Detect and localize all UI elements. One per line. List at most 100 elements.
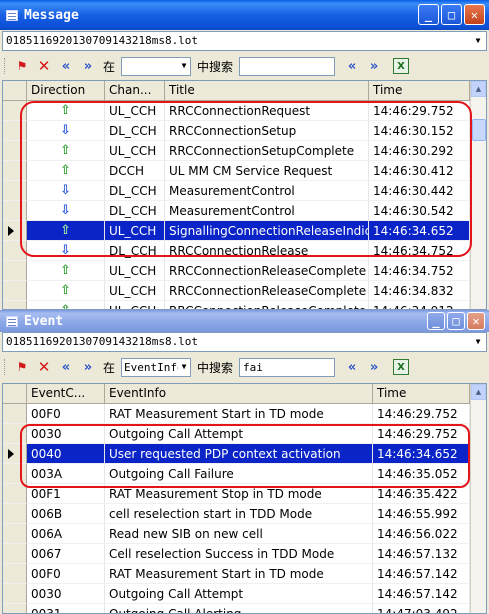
event-row[interactable]: 00F0 RAT Measurement Start in TD mode 14:4… xyxy=(3,564,486,584)
maximize-button[interactable]: □ xyxy=(441,4,462,25)
header-time[interactable]: Time xyxy=(369,81,470,101)
search-next-icon[interactable]: » xyxy=(365,57,383,75)
search-column-select[interactable]: ▼ xyxy=(121,56,192,76)
channel-cell: DL_CCH xyxy=(105,201,165,221)
header-time[interactable]: Time xyxy=(373,384,470,404)
direction-cell: ⇧ xyxy=(27,301,105,309)
search-column-select[interactable]: EventInfo ▼ xyxy=(121,357,192,377)
maximize-button[interactable]: □ xyxy=(447,312,465,330)
event-table-header: EventC... EventInfo Time xyxy=(3,384,486,404)
title-cell: RRCConnectionReleaseComplete xyxy=(165,281,369,301)
chevron-down-icon[interactable]: ▼ xyxy=(470,32,486,50)
title-cell: RRCConnectionRelease xyxy=(165,241,369,261)
row-indicator xyxy=(3,544,27,564)
chevron-down-icon[interactable]: ▼ xyxy=(470,333,486,351)
row-indicator xyxy=(3,141,27,161)
next-icon[interactable]: » xyxy=(79,57,97,75)
event-row[interactable]: 0040 User requested PDP context activatio… xyxy=(3,444,486,464)
header-title[interactable]: Title xyxy=(165,81,369,101)
event-row[interactable]: 006B cell reselection start in TDD Mode 14… xyxy=(3,504,486,524)
chevron-down-icon[interactable]: ▼ xyxy=(178,358,191,375)
toolbar-grip[interactable] xyxy=(4,58,7,74)
search-previous-icon[interactable]: « xyxy=(343,57,361,75)
row-indicator xyxy=(3,424,27,444)
export-excel-icon[interactable]: X xyxy=(393,359,410,375)
event-row[interactable]: 0067 Cell reselection Success in TDD Mode… xyxy=(3,544,486,564)
message-toolbar: ⚑ ✕ « » 在 ▼ 中搜索 « » X xyxy=(0,54,489,78)
message-row[interactable]: ⇧ UL_CCHRRCConnectionReleaseComplete14:46… xyxy=(3,281,486,301)
event-row[interactable]: 0030 Outgoing Call Attempt 14:46:29.752 xyxy=(3,424,486,444)
title-cell: RRCConnectionSetupComplete xyxy=(165,141,369,161)
event-info-cell: Outgoing Call Attempt xyxy=(105,584,373,604)
message-vertical-scrollbar[interactable]: ▲ xyxy=(470,81,486,309)
message-row[interactable]: ⇧ UL_CCHRRCConnectionReleaseComplete14:46… xyxy=(3,301,486,309)
toolbar-grip[interactable] xyxy=(4,359,7,375)
scroll-thumb[interactable] xyxy=(472,119,486,141)
event-code-cell: 00F0 xyxy=(27,404,105,424)
time-cell: 14:46:57.142 xyxy=(373,564,470,584)
search-input[interactable] xyxy=(239,56,336,76)
close-button[interactable]: ✕ xyxy=(464,4,485,25)
search-input[interactable] xyxy=(239,357,336,377)
message-row[interactable]: ⇧ DCCH UL MM CM Service Request 14:46:30.41… xyxy=(3,161,486,181)
direction-cell: ⇩ xyxy=(27,121,105,141)
previous-icon[interactable]: « xyxy=(57,57,75,75)
message-row[interactable]: ⇧ UL_CCHRRCConnectionReleaseComplete14:46… xyxy=(3,261,486,281)
event-code-cell: 003A xyxy=(27,464,105,484)
header-event-info[interactable]: EventInfo xyxy=(105,384,373,404)
event-row[interactable]: 003A Outgoing Call Failure 14:46:35.052 xyxy=(3,464,486,484)
clear-filter-icon[interactable]: ✕ xyxy=(35,57,53,75)
event-row[interactable]: 00F1 RAT Measurement Stop in TD mode 14:46… xyxy=(3,484,486,504)
message-row[interactable]: ⇧ UL_CCH RRCConnectionRequest 14:46:29.752 xyxy=(3,101,486,121)
message-row[interactable]: ⇩ DL_CCH RRCConnectionSetup 14:46:30.152 xyxy=(3,121,486,141)
direction-cell: ⇧ xyxy=(27,141,105,161)
downlink-arrow-icon: ⇩ xyxy=(60,203,71,218)
minimize-button[interactable]: _ xyxy=(427,312,445,330)
message-row[interactable]: ⇧ UL_CCH SignallingConnectionReleaseIndica… xyxy=(3,221,486,241)
message-titlebar[interactable]: Message _ □ ✕ xyxy=(0,0,489,30)
header-channel[interactable]: Chan... xyxy=(105,81,165,101)
message-file-name: 0185116920130709143218ms8.lot xyxy=(6,34,199,47)
previous-icon[interactable]: « xyxy=(57,358,75,376)
direction-cell: ⇧ xyxy=(27,161,105,181)
row-indicator xyxy=(3,604,27,613)
message-row[interactable]: ⇩ DL_CCH MeasurementControl 14:46:30.442 xyxy=(3,181,486,201)
row-indicator xyxy=(3,464,27,484)
clear-filter-icon[interactable]: ✕ xyxy=(35,358,53,376)
search-next-icon[interactable]: » xyxy=(365,358,383,376)
event-row[interactable]: 006A Read new SIB on new cell 14:46:56.022 xyxy=(3,524,486,544)
event-file-select[interactable]: 0185116920130709143218ms8.lot ▼ xyxy=(2,332,487,352)
time-cell: 14:46:29.752 xyxy=(373,424,470,444)
scroll-up-button[interactable]: ▲ xyxy=(471,384,486,400)
event-info-cell: Outgoing Call Failure xyxy=(105,464,373,484)
event-info-cell: Read new SIB on new cell xyxy=(105,524,373,544)
close-button[interactable]: ✕ xyxy=(467,312,485,330)
event-titlebar[interactable]: Event _ □ ✕ xyxy=(0,310,489,332)
event-code-cell: 0040 xyxy=(27,444,105,464)
message-row[interactable]: ⇩ DL_CCH RRCConnectionRelease 14:46:34.752 xyxy=(3,241,486,261)
time-cell: 14:46:30.442 xyxy=(369,181,470,201)
downlink-arrow-icon: ⇩ xyxy=(60,123,71,138)
uplink-arrow-icon: ⇧ xyxy=(60,163,71,178)
minimize-button[interactable]: _ xyxy=(418,4,439,25)
chevron-down-icon[interactable]: ▼ xyxy=(178,58,190,74)
event-vertical-scrollbar[interactable]: ▲ xyxy=(470,384,486,613)
search-previous-icon[interactable]: « xyxy=(343,358,361,376)
event-row[interactable]: 0030 Outgoing Call Attempt 14:46:57.142 xyxy=(3,584,486,604)
message-file-select[interactable]: 0185116920130709143218ms8.lot ▼ xyxy=(2,31,487,51)
message-row[interactable]: ⇩ DL_CCH MeasurementControl 14:46:30.542 xyxy=(3,201,486,221)
event-row[interactable]: 0031 Outgoing Call Alerting 14:47:03.492 xyxy=(3,604,486,613)
event-window-title: Event xyxy=(24,313,64,329)
event-code-cell: 0030 xyxy=(27,584,105,604)
next-icon[interactable]: » xyxy=(79,358,97,376)
scroll-up-button[interactable]: ▲ xyxy=(471,81,486,97)
message-row[interactable]: ⇧ UL_CCH RRCConnectionSetupComplete 14:46:3… xyxy=(3,141,486,161)
header-event-code[interactable]: EventC... xyxy=(27,384,105,404)
search-label: 中搜索 xyxy=(197,360,234,375)
flag-icon[interactable]: ⚑ xyxy=(13,57,31,75)
flag-icon[interactable]: ⚑ xyxy=(13,358,31,376)
window-icon xyxy=(6,9,18,21)
header-direction[interactable]: Direction xyxy=(27,81,105,101)
export-excel-icon[interactable]: X xyxy=(393,58,410,74)
event-row[interactable]: 00F0 RAT Measurement Start in TD mode 14:4… xyxy=(3,404,486,424)
